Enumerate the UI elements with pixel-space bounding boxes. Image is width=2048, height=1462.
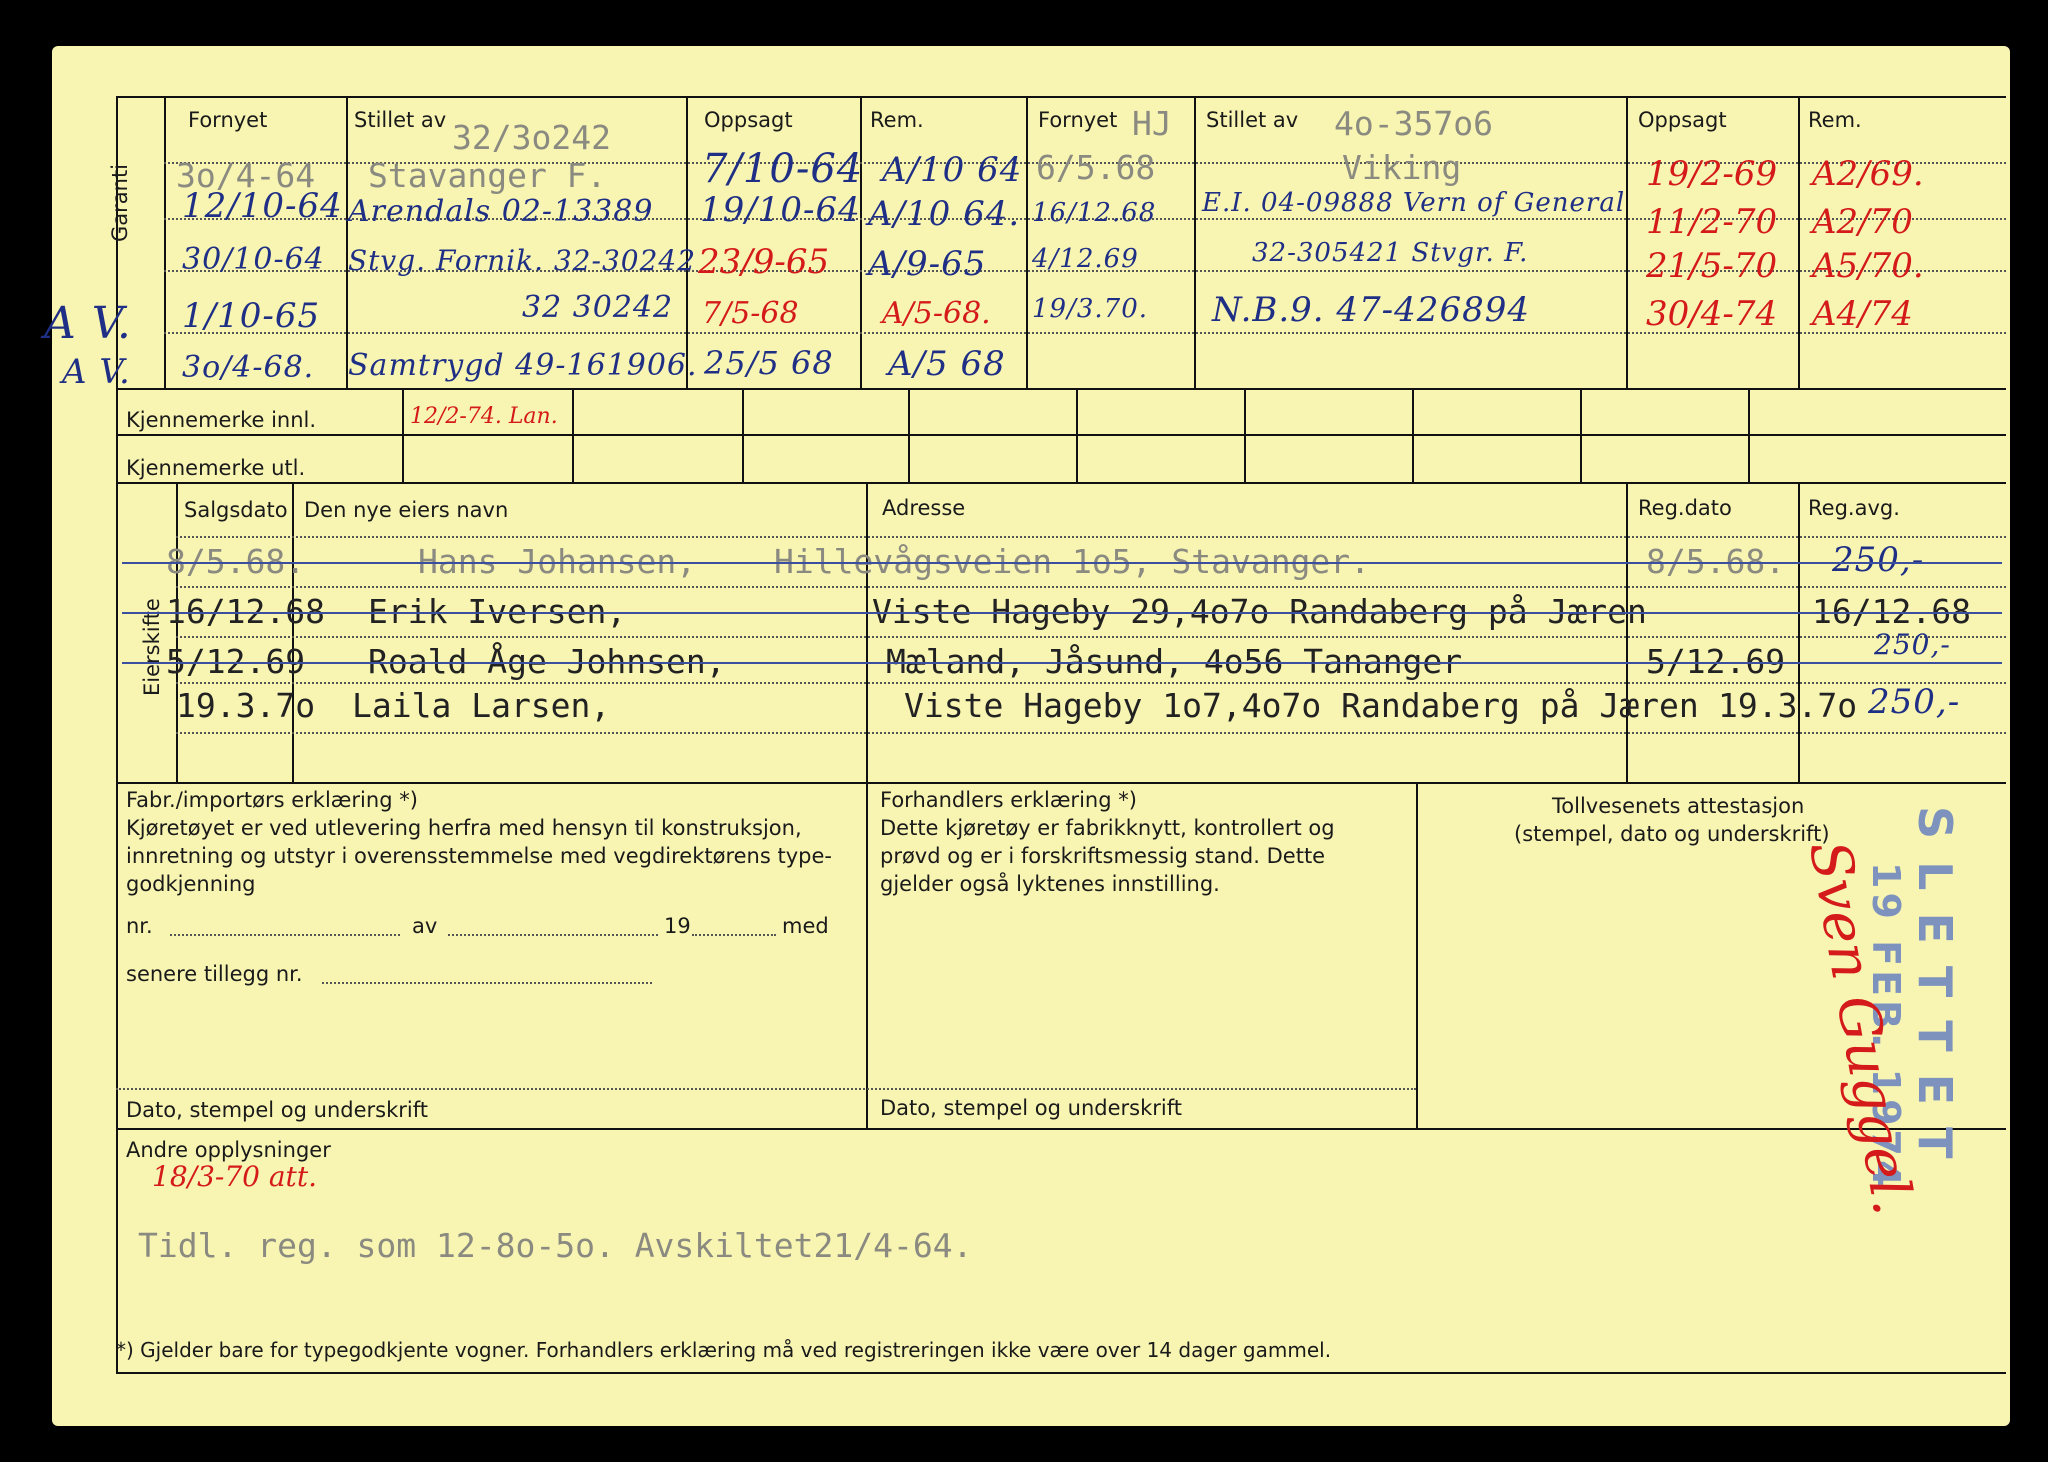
owner-0-regavg: 250,- bbox=[1832, 540, 1925, 580]
footnote: *) Gjelder bare for typegodkjente vogner… bbox=[116, 1338, 1332, 1362]
header-rem-2: Rem. bbox=[1808, 108, 1862, 132]
left-stillet-4: Samtrygd 49-161906. bbox=[348, 348, 698, 383]
right-fornyet-1: 16/12.68 bbox=[1032, 198, 1157, 228]
header-salgsdato: Salgsdato bbox=[184, 498, 288, 522]
right-oppsagt-2: 21/5-70 bbox=[1646, 246, 1778, 286]
kjennemerke-innl-value: 12/2-74. Lan. bbox=[410, 404, 558, 429]
right-stillet-2: 32-305421 Stvgr. F. bbox=[1252, 238, 1529, 268]
right-fornyet-3: 19/3.70. bbox=[1032, 294, 1148, 324]
kjennemerke-utl-label: Kjennemerke utl. bbox=[126, 456, 306, 480]
right-stillet-1: E.I. 04-09888 Vern of General bbox=[1202, 188, 1626, 218]
right-fornyet-2: 4/12.69 bbox=[1032, 244, 1139, 274]
fabr-title: Fabr./importørs erklæring *) bbox=[126, 788, 418, 812]
left-oppsagt-3: 7/5-68 bbox=[702, 296, 799, 331]
left-rem-1: A/10 64. bbox=[868, 194, 1021, 234]
garanti-side-label: Garanti bbox=[108, 163, 132, 242]
forhandler-body-1: Dette kjøretøy er fabrikknytt, kontrolle… bbox=[880, 816, 1335, 840]
header-oppsagt-2: Oppsagt bbox=[1638, 108, 1727, 132]
fabr-year-label: 19 bbox=[664, 914, 691, 938]
right-fornyet-initials: HJ bbox=[1132, 104, 1172, 143]
owner-2-regavg: 250,- bbox=[1874, 628, 1951, 661]
fabr-body-3: godkjenning bbox=[126, 872, 256, 896]
owner-3-regdato: 19.3.7o bbox=[1718, 686, 1858, 725]
header-eiers-navn: Den nye eiers navn bbox=[304, 498, 509, 522]
header-oppsagt: Oppsagt bbox=[704, 108, 793, 132]
left-stillet-number: 32/3o242 bbox=[452, 118, 611, 157]
header-stillet-av-2: Stillet av bbox=[1206, 108, 1299, 132]
left-fornyet-3: 1/10-65 bbox=[182, 296, 321, 336]
header-stillet-av: Stillet av bbox=[354, 108, 447, 132]
toll-subtitle: (stempel, dato og underskrift) bbox=[1514, 822, 1830, 846]
left-rem-3: A/5-68. bbox=[882, 296, 991, 331]
fabr-body-1: Kjøretøyet er ved utlevering herfra med … bbox=[126, 816, 802, 840]
left-fornyet-4: 3o/4-68. bbox=[182, 350, 315, 385]
left-stillet-3: 32 30242 bbox=[522, 290, 674, 325]
right-oppsagt-1: 11/2-70 bbox=[1646, 202, 1778, 242]
forhandler-body-2: prøvd og er i forskriftsmessig stand. De… bbox=[880, 844, 1326, 868]
right-stillet-0: Viking bbox=[1342, 148, 1462, 187]
left-oppsagt-0: 7/10-64 bbox=[702, 146, 864, 192]
left-oppsagt-4: 25/5 68 bbox=[704, 344, 834, 382]
left-oppsagt-1: 19/10-64 bbox=[700, 190, 861, 230]
right-rem-0: A2/69. bbox=[1812, 154, 1924, 194]
owner-3-adresse: Viste Hageby 1o7,4o7o Randaberg på Jæren bbox=[904, 686, 1699, 725]
fabr-med-label: med bbox=[782, 914, 829, 938]
slettet-stamp: SLETTET bbox=[1908, 806, 1962, 1181]
left-rem-4: A/5 68 bbox=[888, 344, 1006, 384]
left-rem-2: A/9-65 bbox=[868, 244, 987, 284]
forhandler-body-3: gjelder også lyktenes innstilling. bbox=[880, 872, 1220, 896]
registration-card: Garanti Fornyet Stillet av Oppsagt Rem. … bbox=[44, 46, 2010, 1426]
header-adresse: Adresse bbox=[882, 496, 966, 520]
fabr-tillegg-label: senere tillegg nr. bbox=[126, 962, 303, 986]
owner-3-navn: Laila Larsen, bbox=[352, 686, 611, 725]
left-oppsagt-2: 23/9-65 bbox=[698, 242, 830, 282]
forhandler-sign-label: Dato, stempel og underskrift bbox=[880, 1096, 1182, 1120]
header-reg-avg: Reg.avg. bbox=[1808, 496, 1900, 520]
andre-typed: Tidl. reg. som 12-8o-5o. Avskiltet21/4-6… bbox=[138, 1226, 973, 1265]
header-reg-dato: Reg.dato bbox=[1638, 496, 1732, 520]
margin-mark-av-1: A V. bbox=[44, 298, 132, 349]
header-fornyet: Fornyet bbox=[188, 108, 268, 132]
left-stillet-2: Stvg. Fornik. 32-30242 bbox=[348, 244, 697, 277]
right-fornyet-0: 6/5.68 bbox=[1036, 148, 1156, 187]
right-rem-1: A2/70 bbox=[1812, 202, 1913, 242]
right-oppsagt-0: 19/2-69 bbox=[1646, 154, 1778, 194]
left-stillet-1: Arendals 02-13389 bbox=[348, 194, 654, 229]
header-rem: Rem. bbox=[870, 108, 924, 132]
toll-title: Tollvesenets attestasjon bbox=[1552, 794, 1805, 818]
fabr-nr-label: nr. bbox=[126, 914, 153, 938]
right-stillet-3: N.B.9. 47-426894 bbox=[1212, 290, 1530, 330]
fabr-av-label: av bbox=[412, 914, 438, 938]
margin-mark-av-2: A V. bbox=[62, 352, 131, 392]
left-stillet-0: Stavanger F. bbox=[368, 156, 607, 195]
andre-label: Andre opplysninger bbox=[126, 1138, 331, 1162]
right-rem-2: A5/70. bbox=[1812, 246, 1924, 286]
right-oppsagt-3: 30/4-74 bbox=[1646, 294, 1778, 334]
forhandler-title: Forhandlers erklæring *) bbox=[880, 788, 1137, 812]
owner-3-regavg: 250,- bbox=[1868, 682, 1961, 722]
right-rem-3: A4/74 bbox=[1812, 294, 1913, 334]
owner-3-salgsdato: 19.3.7o bbox=[176, 686, 316, 725]
left-fornyet-1: 12/10-64 bbox=[182, 186, 343, 226]
kjennemerke-innl-label: Kjennemerke innl. bbox=[126, 408, 317, 432]
left-rem-0: A/10 64 bbox=[882, 150, 1023, 190]
left-fornyet-2: 30/10-64 bbox=[182, 242, 325, 277]
right-stillet-number: 4o-357o6 bbox=[1334, 104, 1493, 143]
header-fornyet-2: Fornyet bbox=[1038, 108, 1118, 132]
andre-handwritten: 18/3-70 att. bbox=[152, 1160, 317, 1193]
fabr-body-2: innretning og utstyr i overensstemmelse … bbox=[126, 844, 832, 868]
fabr-sign-label: Dato, stempel og underskrift bbox=[126, 1098, 428, 1122]
